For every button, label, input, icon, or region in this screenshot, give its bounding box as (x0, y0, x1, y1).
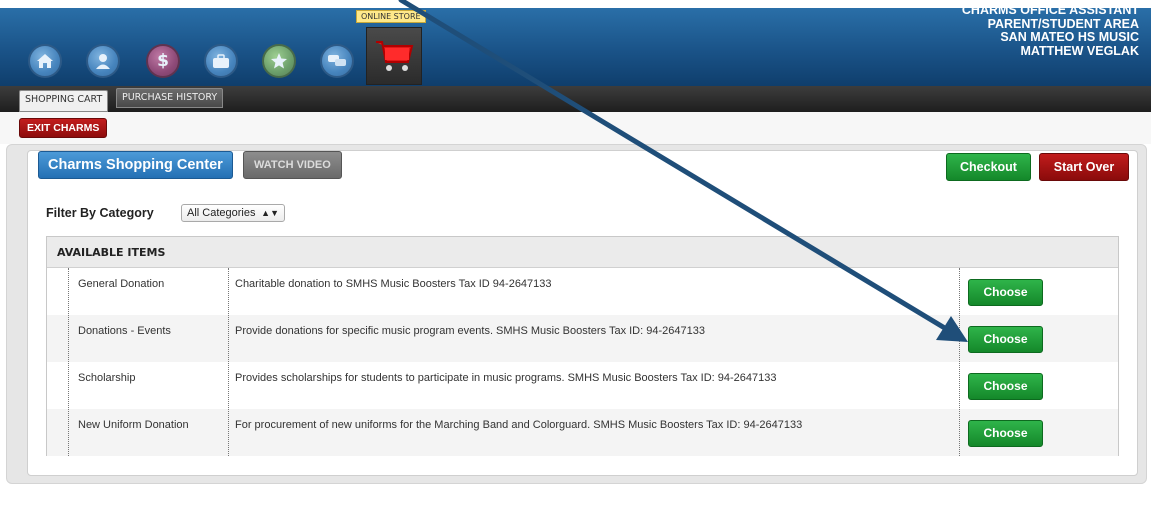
watch-video-button[interactable]: WATCH VIDEO (243, 151, 342, 179)
available-items-table: AVAILABLE ITEMS General Donation Charita… (46, 236, 1119, 456)
item-name: Scholarship (78, 372, 136, 384)
star-icon[interactable] (262, 44, 296, 78)
item-description: Charitable donation to SMHS Music Booste… (235, 278, 552, 290)
item-name: Donations - Events (78, 325, 171, 337)
table-row: Scholarship Provides scholarships for st… (47, 362, 1118, 409)
briefcase-icon[interactable] (204, 44, 238, 78)
home-icon[interactable] (28, 44, 62, 78)
exit-charms-button[interactable]: EXIT CHARMS (19, 118, 108, 138)
info-line: MATTHEW VEGLAK (1020, 43, 1139, 58)
chat-icon[interactable] (320, 44, 354, 78)
select-arrows-icon: ▲▼ (261, 208, 279, 218)
choose-button[interactable]: Choose (968, 420, 1043, 447)
choose-button[interactable]: Choose (968, 373, 1043, 400)
column-divider (959, 268, 960, 456)
sub-tab-bar: SHOPPING CART PURCHASE HISTORY (0, 86, 1151, 112)
online-store-tooltip: ONLINE STORE (356, 10, 426, 23)
info-line: PARENT/STUDENT AREA (987, 16, 1139, 31)
table-row: Donations - Events Provide donations for… (47, 315, 1118, 362)
checkout-button[interactable]: Checkout (946, 153, 1031, 181)
table-header: AVAILABLE ITEMS (47, 237, 1118, 268)
choose-button[interactable]: Choose (968, 279, 1043, 306)
tab-shopping-cart[interactable]: SHOPPING CART (19, 90, 109, 112)
choose-button[interactable]: Choose (968, 326, 1043, 353)
category-select-value: All Categories (187, 207, 256, 219)
shopping-center-title: Charms Shopping Center (38, 151, 233, 179)
column-divider (228, 268, 229, 456)
exit-bar: EXIT CHARMS (0, 112, 1151, 144)
start-over-button[interactable]: Start Over (1039, 153, 1129, 181)
person-icon[interactable] (86, 44, 120, 78)
table-row: General Donation Charitable donation to … (47, 268, 1118, 315)
item-description: For procurement of new uniforms for the … (235, 419, 803, 431)
category-select[interactable]: All Categories ▲▼ (181, 204, 285, 222)
app-header: $ ONLINE STORE CHARMS OFFICE ASSISTANT P… (0, 0, 1151, 86)
item-name: New Uniform Donation (78, 419, 189, 431)
account-info: CHARMS OFFICE ASSISTANT PARENT/STUDENT A… (961, 3, 1139, 58)
tab-purchase-history[interactable]: PURCHASE HISTORY (116, 88, 224, 108)
filter-label: Filter By Category (46, 206, 154, 220)
item-description: Provide donations for specific music pro… (235, 325, 705, 337)
item-description: Provides scholarships for students to pa… (235, 372, 777, 384)
info-line: CHARMS OFFICE ASSISTANT (961, 3, 1139, 17)
column-divider (68, 268, 69, 456)
item-name: General Donation (78, 278, 165, 290)
shopping-cart-icon[interactable] (366, 27, 422, 85)
dollar-icon[interactable]: $ (146, 44, 180, 78)
info-line: SAN MATEO HS MUSIC (1000, 30, 1139, 44)
table-row: New Uniform Donation For procurement of … (47, 409, 1118, 456)
